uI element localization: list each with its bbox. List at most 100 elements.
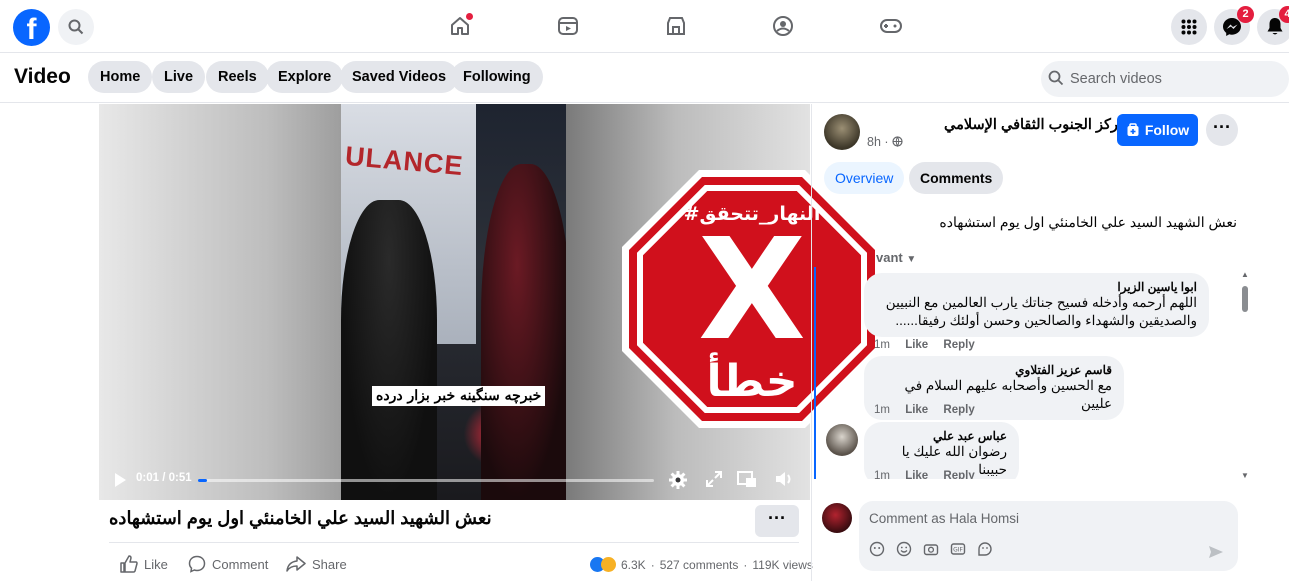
stamp-verdict: خطأ (706, 352, 797, 407)
comment-text: اللهم أرحمه وأدخله فسيح جناتك يارب العال… (885, 295, 1197, 328)
video-title: نعش الشهيد السيد علي الخامنئي اول يوم اس… (109, 508, 492, 528)
search-placeholder: Search videos (1070, 71, 1162, 87)
comment-reply-link[interactable]: Reply (943, 470, 974, 479)
search-icon (1048, 70, 1064, 86)
post-description: نعش الشهيد السيد علي الخامنئي اول يوم اس… (939, 214, 1237, 230)
follow-page-icon (1127, 123, 1139, 136)
comment-button[interactable]: Comment (188, 555, 268, 573)
tab-explore[interactable]: Explore (266, 61, 344, 93)
page-title: Video (14, 65, 71, 88)
comment-reply-link[interactable]: Reply (943, 404, 974, 416)
comment-bubble-icon (188, 555, 206, 573)
scrollbar-thumb[interactable] (1242, 286, 1248, 312)
notifications-bell-icon[interactable]: 4 (1257, 6, 1289, 45)
share-label: Share (312, 556, 347, 572)
like-button[interactable]: Like (120, 555, 168, 573)
comment-input-placeholder: Comment as Hala Homsi (869, 511, 1020, 526)
home-icon[interactable] (446, 12, 474, 40)
sticker-icon[interactable] (977, 541, 993, 557)
video-subnav: Video Home Live Reels Explore Saved Vide… (0, 53, 1289, 103)
comment-reply-link[interactable]: Reply (943, 339, 974, 351)
tab-live[interactable]: Live (152, 61, 206, 93)
groups-icon[interactable] (769, 12, 797, 40)
comments-scrollbar[interactable]: ▲ ▼ (1240, 270, 1250, 480)
page-avatar[interactable] (824, 114, 860, 150)
sad-reaction-icon (601, 557, 616, 572)
more-options-button[interactable]: ··· (755, 505, 799, 537)
video-progress-bar[interactable] (198, 479, 654, 482)
globe-icon (892, 136, 903, 148)
video-progress-fill (198, 479, 208, 482)
person-figure (341, 200, 437, 500)
comment-meta: 1m Like Reply (874, 404, 975, 416)
ambulance-text: ULANCE (343, 140, 465, 182)
comment-input-tools: GIF (869, 541, 993, 557)
video-icon[interactable] (554, 12, 582, 40)
gaming-icon[interactable] (877, 12, 905, 40)
avatar-sticker-icon[interactable] (869, 541, 885, 557)
scroll-up-icon[interactable]: ▲ (1241, 270, 1249, 279)
comment-filter-dropdown[interactable]: vant ▼ (876, 250, 916, 265)
comment-like-link[interactable]: Like (905, 404, 928, 416)
comment-meta: 1m Like Reply (874, 339, 975, 351)
comment-author[interactable]: قاسم عزيز الفتلاوي (876, 363, 1112, 377)
volume-icon[interactable] (775, 470, 795, 493)
notifications-badge: 4 (1279, 6, 1289, 23)
emoji-icon[interactable] (896, 541, 912, 557)
post-stats: 6.3K · 527 comments · 119K views (590, 557, 813, 572)
video-time: 0:01 / 0:51 (136, 472, 192, 484)
comment-author[interactable]: ابوا ياسين الزيرا (876, 280, 1197, 294)
tab-comments[interactable]: Comments (909, 162, 1004, 194)
fullscreen-icon[interactable] (705, 470, 723, 493)
scroll-down-icon[interactable]: ▼ (1241, 471, 1249, 480)
top-navigation-bar: f 2 4 (0, 0, 1289, 53)
comment-input[interactable]: Comment as Hala Homsi GIF (859, 501, 1238, 571)
stat-separator: · (650, 557, 655, 572)
tab-home[interactable]: Home (88, 61, 153, 93)
miniplayer-icon[interactable] (737, 470, 757, 493)
send-icon[interactable] (1208, 545, 1224, 559)
play-icon[interactable] (113, 472, 127, 493)
settings-gear-icon[interactable] (668, 470, 688, 495)
marketplace-icon[interactable] (662, 12, 690, 40)
comment-bubble: ابوا ياسين الزيرا اللهم أرحمه وأدخله فسي… (864, 273, 1209, 337)
tab-following[interactable]: Following (451, 61, 543, 93)
chevron-down-icon: ▼ (906, 254, 917, 265)
page-name[interactable]: مركز الجنوب الثقافي الإسلامي (944, 117, 1127, 133)
tab-overview[interactable]: Overview (824, 162, 905, 194)
comment-meta: 1m Like Reply (874, 470, 987, 479)
camera-icon[interactable] (923, 541, 939, 557)
search-videos-input[interactable]: Search videos (1041, 61, 1289, 97)
follow-button[interactable]: Follow (1117, 114, 1198, 146)
messenger-icon[interactable]: 2 (1214, 6, 1254, 45)
commenter-avatar[interactable] (826, 424, 858, 456)
tab-saved-videos[interactable]: Saved Videos (340, 61, 459, 93)
user-avatar (822, 503, 852, 533)
gif-icon[interactable]: GIF (950, 541, 966, 557)
video-controls: 0:01 / 0:51 (99, 460, 810, 500)
view-count: 119K views (752, 557, 813, 572)
divider (109, 542, 799, 543)
like-label: Like (144, 556, 168, 572)
menu-grid-icon[interactable] (1171, 9, 1207, 45)
comments-list[interactable]: ابوا ياسين الزيرا اللهم أرحمه وأدخله فسي… (814, 267, 1246, 479)
messenger-badge: 2 (1237, 6, 1254, 23)
comment-like-link[interactable]: Like (905, 339, 928, 351)
facebook-logo[interactable]: f (13, 9, 50, 46)
person-figure (481, 164, 566, 500)
comment-label: Comment (212, 556, 269, 572)
comment-count[interactable]: 527 comments (660, 558, 739, 572)
video-frame: ULANCE (341, 104, 566, 500)
video-blur-left (99, 104, 341, 500)
tab-reels[interactable]: Reels (206, 61, 269, 93)
search-icon[interactable] (58, 9, 94, 45)
new-content-dot (466, 13, 473, 20)
post-sidebar: مركز الجنوب الثقافي الإسلامي 8h · Follow… (812, 104, 1289, 581)
reaction-count[interactable]: 6.3K (621, 558, 646, 572)
svg-text:GIF: GIF (953, 547, 963, 554)
comment-like-link[interactable]: Like (905, 470, 928, 479)
share-button[interactable]: Share (286, 555, 347, 573)
comment-author[interactable]: عباس عبد علي (876, 429, 1007, 443)
thumbs-up-icon (120, 555, 138, 573)
sidebar-more-button[interactable]: ··· (1206, 114, 1238, 146)
